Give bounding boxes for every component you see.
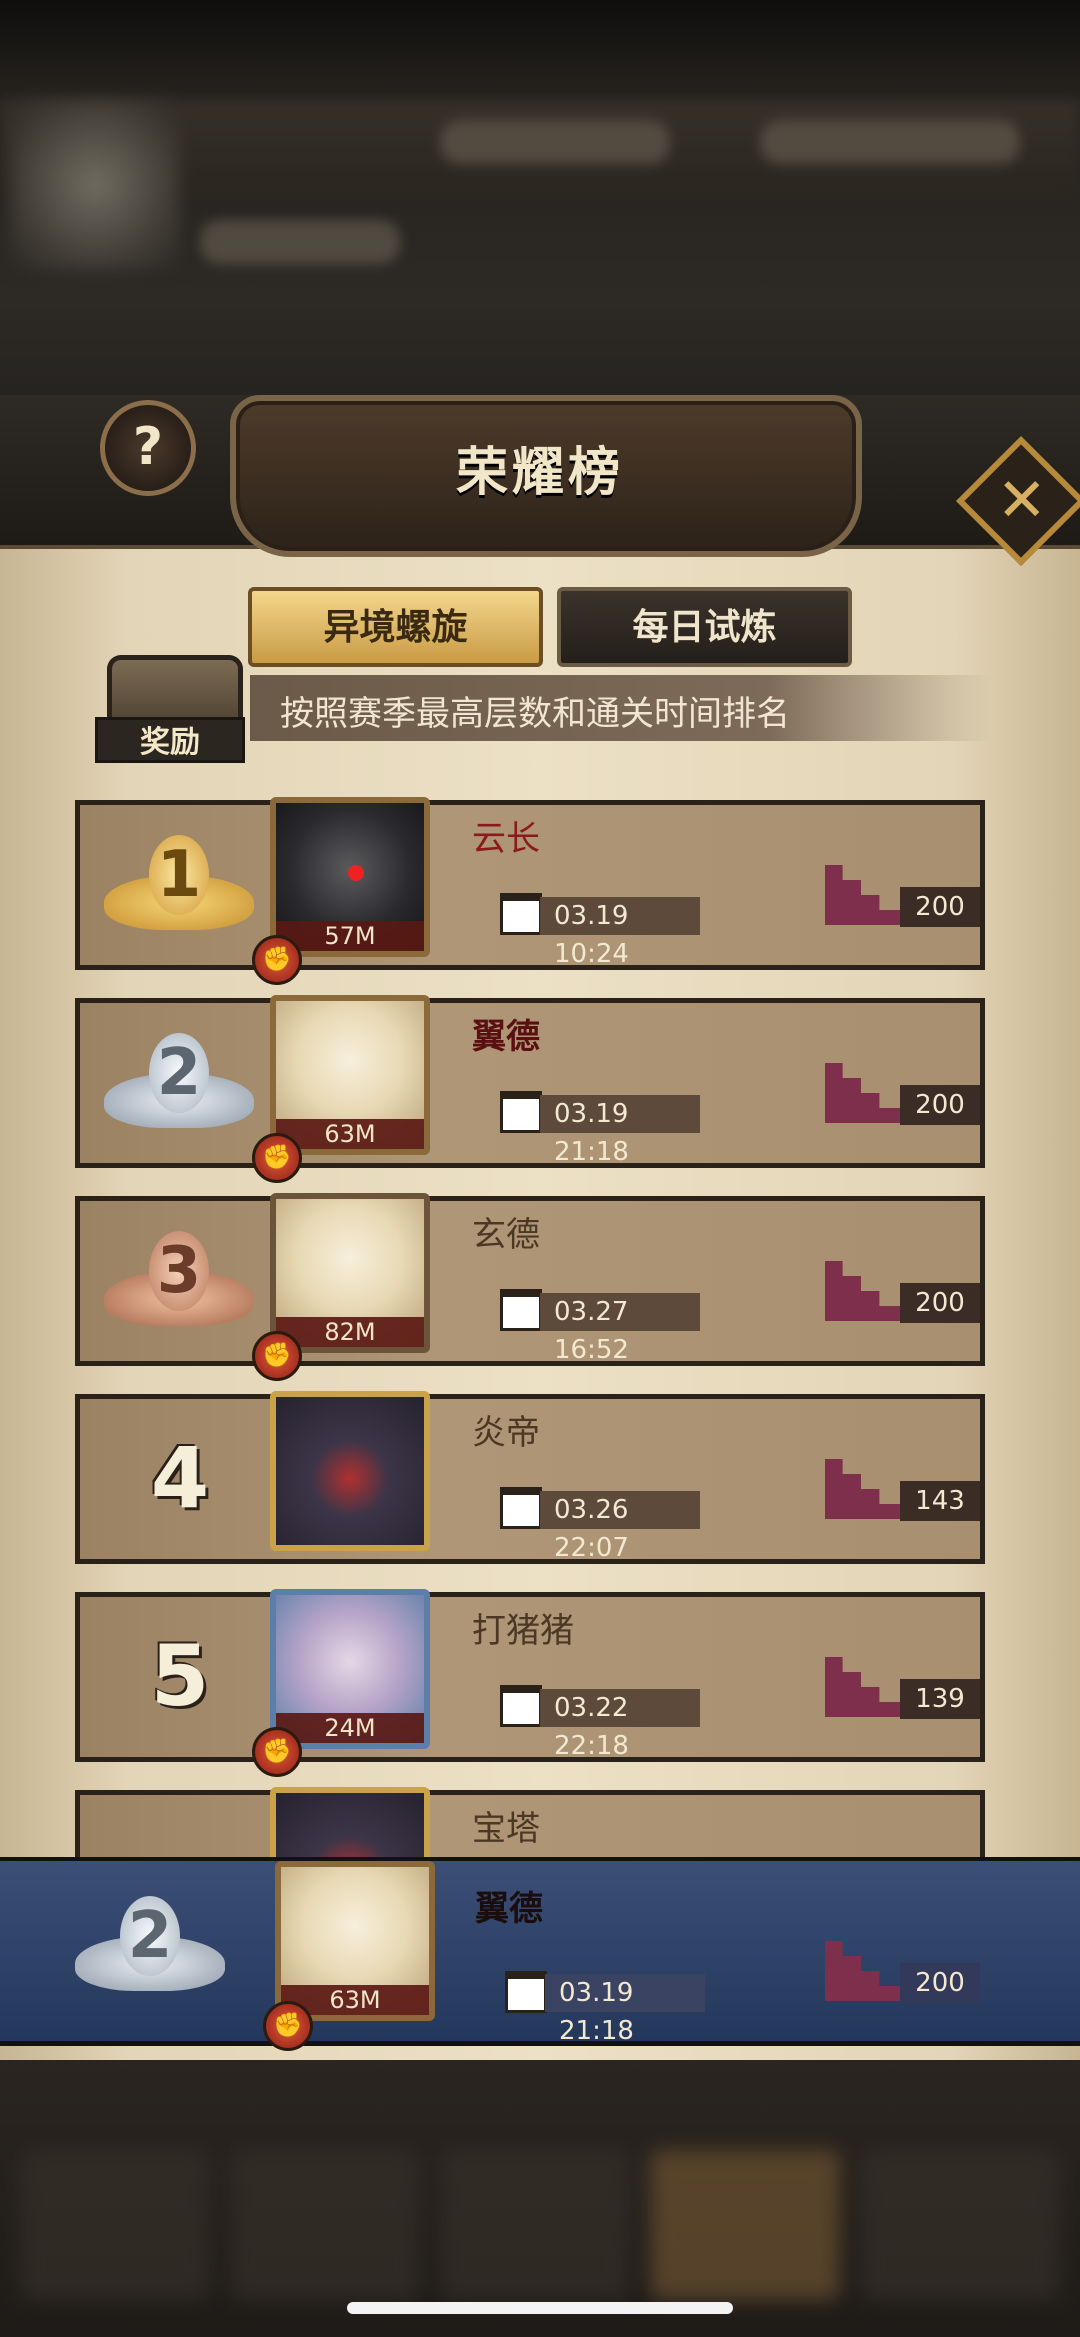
help-button[interactable]: ? [100,400,196,496]
avatar[interactable]: 57M [270,797,430,957]
background-avatar [10,100,180,270]
stairs-icon [825,1063,905,1123]
player-name: 翼德 [475,1889,543,1929]
calendar-icon [505,1971,547,2013]
avatar[interactable] [270,1391,430,1551]
nav-tab[interactable] [440,2150,630,2300]
calendar-icon [500,1487,542,1529]
fist-icon: ✊ [252,935,302,985]
help-icon: ? [132,417,164,477]
reward-label: 奖励 [95,717,245,763]
ranking-row[interactable]: 2 63M ✊ 翼德 03.19 21:18 200 [75,995,985,1183]
rank-medal-gold: 1 [104,835,254,945]
avatar[interactable]: 63M [270,995,430,1155]
fist-icon: ✊ [252,1133,302,1183]
clear-time: 03.19 10:24 [540,897,700,969]
fist-icon: ✊ [263,2001,313,2051]
info-text: 按照赛季最高层数和通关时间排名 [280,694,790,734]
rank-medal-silver: 2 [75,1896,225,2006]
rank-medal-bronze: 3 [104,1231,254,1341]
stairs-icon [825,865,905,925]
stairs-icon [825,1261,905,1321]
player-name: 翼德 [472,1017,540,1057]
avatar[interactable]: 82M [270,1193,430,1353]
page-title: 荣耀榜 [455,443,624,503]
calendar-icon [500,1289,542,1331]
floor-count: 139 [900,1679,980,1719]
tab-daily-trial[interactable]: 每日试炼 [557,587,852,667]
player-name: 云长 [472,819,540,859]
avatar[interactable]: 24M [270,1589,430,1749]
player-name: 炎帝 [472,1413,540,1453]
stairs-icon [825,1459,905,1519]
rank-medal-silver: 2 [104,1033,254,1143]
player-name: 玄德 [472,1215,540,1255]
floor-count: 143 [900,1481,980,1521]
player-name: 打猪猪 [472,1611,574,1651]
nav-tab[interactable] [20,2150,210,2300]
stairs-icon [825,1941,905,2001]
nav-tab[interactable] [230,2150,420,2300]
my-rank-bar[interactable]: 2 63M ✊ 翼德 03.19 21:18 200 [0,1857,1080,2051]
rank-number: 4 [150,1429,210,1527]
background-chip [440,120,670,164]
ranking-row[interactable]: 1 57M ✊ 云长 03.19 10:24 200 [75,797,985,985]
calendar-icon [500,1091,542,1133]
player-name: 宝塔 [472,1809,540,1849]
floor-count: 200 [900,887,980,927]
background-chip [760,120,1020,164]
floor-count: 200 [900,1283,980,1323]
clear-time: 03.22 22:18 [540,1689,700,1761]
fist-icon: ✊ [252,1727,302,1777]
nav-tab[interactable] [860,2150,1060,2300]
close-icon: ✕ [996,465,1047,536]
tab-spiral[interactable]: 异境螺旋 [248,587,543,667]
ranking-row[interactable]: 3 82M ✊ 玄德 03.27 16:52 200 [75,1193,985,1381]
calendar-icon [500,1685,542,1727]
stairs-icon [825,1657,905,1717]
floor-count: 200 [900,1963,980,2003]
fist-icon: ✊ [252,1331,302,1381]
clear-time: 03.26 22:07 [540,1491,700,1563]
rank-number: 5 [150,1627,210,1725]
nav-tab[interactable] [650,2150,840,2300]
avatar[interactable]: 63M [275,1861,435,2021]
floor-count: 200 [900,1085,980,1125]
ranking-row[interactable]: 4 炎帝 03.26 22:07 143 [75,1391,985,1564]
ranking-row[interactable]: 5 24M ✊ 打猪猪 03.22 22:18 139 [75,1589,985,1777]
reward-button[interactable]: 奖励 [95,655,245,765]
clear-time: 03.27 16:52 [540,1293,700,1365]
clear-time: 03.19 21:18 [545,1974,705,2046]
home-indicator [347,2302,733,2314]
background-chip [200,220,400,264]
calendar-icon [500,893,542,935]
clear-time: 03.19 21:18 [540,1095,700,1167]
